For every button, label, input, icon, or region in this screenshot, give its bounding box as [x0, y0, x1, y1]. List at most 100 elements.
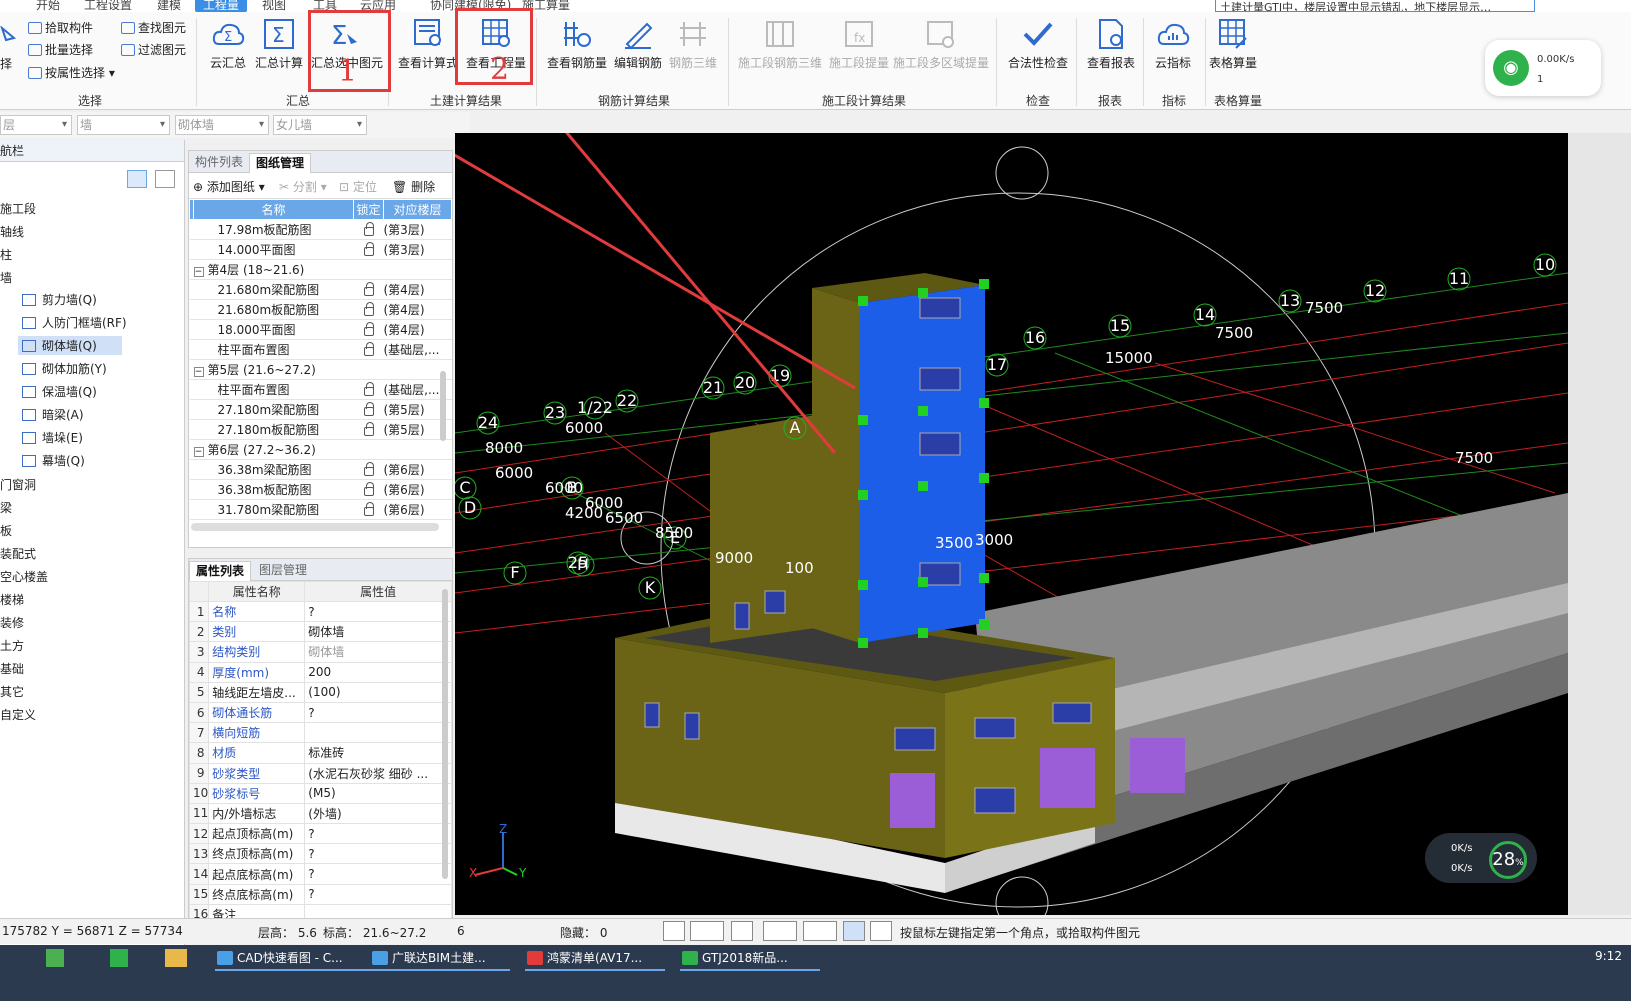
menu-tab-project-settings[interactable]: 工程设置 — [84, 0, 132, 12]
delete-button[interactable]: 🗑 删除 — [392, 178, 435, 195]
nav-sub-masonry-rebar[interactable]: 砌体加筋(Y) — [18, 359, 111, 378]
angle-toggle[interactable] — [763, 921, 797, 941]
lock-cell[interactable] — [353, 279, 384, 300]
property-value[interactable]: (外墙) — [304, 802, 452, 825]
pick-component-button[interactable]: 拾取构件 — [28, 19, 93, 36]
cross-snap-toggle[interactable] — [731, 921, 753, 941]
floor-group-row[interactable]: − 第4层 (18~21.6) — [189, 259, 452, 280]
filter-element-button[interactable]: 过滤图元 — [121, 41, 186, 58]
lock-cell[interactable] — [353, 459, 384, 480]
tree-view-icon[interactable] — [155, 170, 175, 188]
lock-cell[interactable] — [353, 379, 384, 400]
snap-toggle[interactable] — [690, 921, 724, 941]
property-value[interactable]: ? — [304, 701, 452, 724]
lock-cell[interactable] — [353, 499, 384, 520]
property-value[interactable]: 200 — [304, 661, 452, 683]
menu-tab-quantity[interactable]: 工程量 — [195, 0, 248, 12]
property-value[interactable]: ? — [304, 823, 452, 845]
nav-sub-hidden-beam[interactable]: 暗梁(A) — [18, 405, 88, 424]
component-dropdown[interactable]: 女儿墙 — [273, 115, 367, 135]
section-rebar-3d-button[interactable]: 施工段钢筋三维 — [736, 18, 824, 71]
nav-item-other[interactable]: 其它 — [0, 683, 24, 700]
subtype-dropdown[interactable]: 砌体墙 — [175, 115, 269, 135]
drawing-row[interactable]: 柱平面布置图 (基础层,... — [189, 339, 452, 360]
drawing-row[interactable]: 21.680m板配筋图 (第4层) — [189, 299, 452, 320]
app-icon[interactable] — [110, 949, 128, 967]
property-value[interactable]: 砌体墙 — [304, 621, 452, 643]
nav-item-slab[interactable]: 板 — [0, 522, 12, 539]
property-row[interactable]: 10 砂浆标号 (M5) — [188, 782, 452, 804]
task-list[interactable]: 鸿蒙清单(AV17... — [525, 949, 665, 971]
nav-item-stairs[interactable]: 楼梯 — [0, 591, 24, 608]
drawing-row[interactable]: 27.180m板配筋图 (第5层) — [189, 419, 452, 440]
drawing-row[interactable]: 21.680m梁配筋图 (第4层) — [189, 279, 452, 300]
nav-sub-shear-wall[interactable]: 剪力墙(Q) — [18, 290, 101, 309]
drawing-row[interactable]: 柱平面布置图 (基础层,... — [189, 379, 452, 400]
tab-layer-management[interactable]: 图层管理 — [253, 561, 313, 581]
search-input[interactable]: 土建计量GTJ中，楼层设置中显示错乱，地下楼层显示… — [1215, 0, 1535, 12]
lock-cell[interactable] — [353, 399, 384, 420]
validity-check-button[interactable]: 合法性检查 — [1004, 18, 1072, 71]
cloud-index-button[interactable]: 云指标 — [1140, 18, 1206, 71]
horizontal-scrollbar[interactable] — [191, 523, 439, 531]
tab-drawing-management[interactable]: 图纸管理 — [249, 153, 312, 173]
property-row[interactable]: 13 终点顶标高(m)? — [188, 843, 452, 865]
locate-button[interactable]: ⊡ 定位 — [339, 178, 377, 195]
property-row[interactable]: 7 横向短筋 — [188, 722, 452, 744]
property-row[interactable]: 14 起点底标高(m)? — [188, 863, 452, 885]
view-rebar-button[interactable]: 查看钢筋量 — [544, 18, 610, 71]
collapse-icon[interactable]: − — [193, 367, 204, 377]
property-row[interactable]: 6 砌体通长筋? — [188, 701, 452, 724]
view-report-button[interactable]: 查看报表 — [1078, 18, 1144, 71]
nav-sub-curtain-wall[interactable]: 幕墙(Q) — [18, 451, 89, 470]
orthogonal-toggle[interactable] — [663, 921, 685, 941]
property-row[interactable]: 3 结构类别 砌体墙 — [188, 641, 452, 663]
calculator-icon[interactable] — [46, 949, 64, 967]
property-row[interactable]: 11 内/外墙标志 (外墙) — [188, 802, 452, 825]
drawing-row[interactable]: 36.38m板配筋图 (第6层) — [189, 479, 452, 500]
menu-tab-view[interactable]: 视图 — [262, 0, 286, 12]
lock-cell[interactable] — [353, 479, 384, 500]
property-value[interactable]: 砌体墙 — [304, 641, 452, 663]
tab-component-list[interactable]: 构件列表 — [189, 153, 249, 173]
view-formula-button[interactable]: 查看计算式 — [395, 18, 461, 71]
batch-select-button[interactable]: 批量选择 — [28, 41, 93, 58]
nav-item-foundation[interactable]: 基础 — [0, 660, 24, 677]
floor-group-row[interactable]: − 第5层 (21.6~27.2) — [189, 359, 452, 380]
nav-item-axis[interactable]: 轴线 — [0, 223, 24, 240]
nav-item-prefab[interactable]: 装配式 — [0, 545, 36, 562]
nav-item-column[interactable]: 柱 — [0, 246, 12, 263]
property-value[interactable]: ? — [304, 863, 452, 885]
drawing-row[interactable]: 36.38m梁配筋图 (第6层) — [189, 459, 452, 480]
add-drawing-button[interactable]: ⊕ 添加图纸 ▾ — [193, 178, 265, 195]
property-row[interactable]: 12 起点顶标高(m)? — [188, 823, 452, 845]
lock-cell[interactable] — [353, 339, 384, 360]
drawing-row[interactable]: 31.780m梁配筋图 (第6层) — [189, 499, 452, 520]
scrollbar[interactable] — [442, 589, 448, 879]
property-value[interactable]: (水泥石灰砂浆 细砂 ... — [304, 762, 452, 784]
scrollbar[interactable] — [440, 371, 446, 441]
offset-toggle[interactable] — [803, 921, 837, 941]
section-quantity-button[interactable]: fx 施工段提量 — [826, 18, 892, 71]
nav-item-decoration[interactable]: 装修 — [0, 614, 24, 631]
nav-item-wall[interactable]: 墙 — [0, 269, 12, 286]
task-cad-viewer[interactable]: CAD快速看图 - C... — [215, 949, 390, 971]
property-value[interactable]: 标准砖 — [304, 742, 452, 764]
drawing-row[interactable]: 27.180m梁配筋图 (第5层) — [189, 399, 452, 420]
drawing-row[interactable]: 18.000平面图 (第4层) — [189, 319, 452, 340]
property-value[interactable]: (100) — [304, 681, 452, 703]
summary-calc-button[interactable]: Σ 汇总计算 — [246, 18, 312, 71]
menu-tab-modeling[interactable]: 建模 — [157, 0, 181, 12]
lock-cell[interactable] — [353, 419, 384, 440]
property-row[interactable]: 8 材质 标准砖 — [188, 742, 452, 764]
lock-cell[interactable] — [353, 319, 384, 340]
property-row[interactable]: 1 名称? — [188, 600, 452, 623]
nav-item-custom[interactable]: 自定义 — [0, 706, 36, 723]
property-value[interactable] — [304, 722, 452, 744]
lock-cell[interactable] — [353, 219, 384, 240]
nav-item-section[interactable]: 施工段 — [0, 200, 36, 217]
dynamic-input-toggle[interactable] — [843, 921, 865, 941]
property-row[interactable]: 9 砂浆类型 (水泥石灰砂浆 细砂 ... — [188, 762, 452, 784]
nav-item-beam[interactable]: 梁 — [0, 499, 12, 516]
property-row[interactable]: 4 厚度(mm) 200 — [188, 661, 452, 683]
